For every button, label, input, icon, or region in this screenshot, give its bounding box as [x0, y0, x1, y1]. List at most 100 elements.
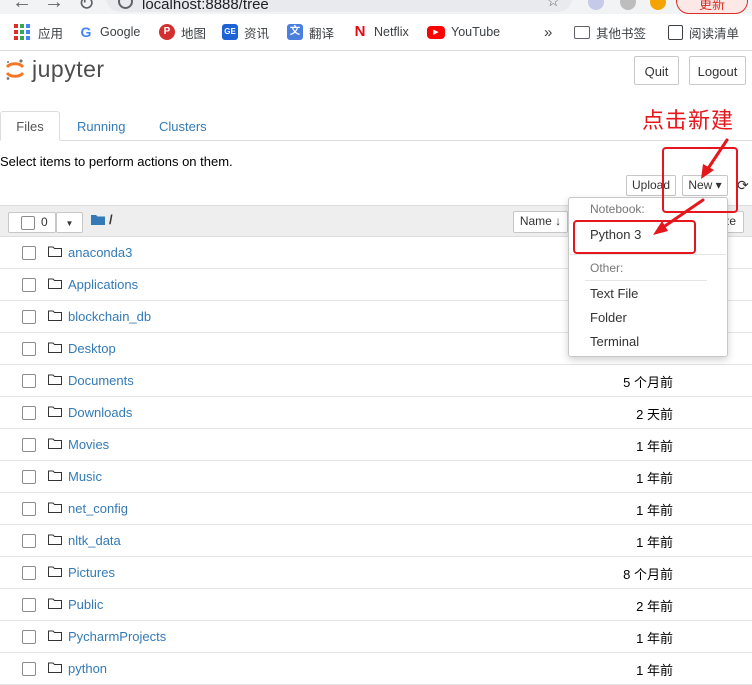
row-checkbox[interactable]	[22, 246, 36, 260]
sort-by-name-button[interactable]: Name ↓	[513, 211, 568, 233]
file-name-link[interactable]: python	[68, 661, 107, 676]
caret-down-icon: ▼	[65, 219, 74, 228]
last-modified: 2 年前	[636, 599, 673, 614]
row-checkbox[interactable]	[22, 502, 36, 516]
row-checkbox[interactable]	[22, 598, 36, 612]
folder-icon	[48, 278, 62, 289]
extension-icon[interactable]	[588, 0, 604, 10]
map-icon: P	[159, 24, 175, 40]
file-row[interactable]: net_config 1 年前	[0, 493, 752, 525]
forward-icon[interactable]: →	[44, 0, 64, 14]
tab-running[interactable]: Running	[77, 119, 125, 134]
profile-avatar-icon[interactable]	[650, 0, 666, 10]
bookmark-label: Netflix	[374, 25, 409, 39]
file-name-link[interactable]: Documents	[68, 373, 134, 388]
file-name-link[interactable]: Downloads	[68, 405, 132, 420]
last-modified: 1 年前	[636, 503, 673, 518]
reload-icon[interactable]: ↻	[78, 0, 95, 14]
select-all-checkbox[interactable]	[21, 216, 35, 230]
bookmark-netflix[interactable]: N Netflix	[352, 23, 409, 41]
folder-icon	[48, 534, 62, 545]
row-checkbox[interactable]	[22, 630, 36, 644]
address-bar[interactable]: localhost:8888/tree ☆	[106, 0, 572, 13]
select-items-message: Select items to perform actions on them.	[0, 154, 233, 169]
row-checkbox[interactable]	[22, 278, 36, 292]
folder-icon	[48, 246, 62, 257]
bookmark-label: 地图	[181, 26, 207, 41]
breadcrumb-root[interactable]: /	[109, 212, 113, 227]
other-bookmarks-button[interactable]: 其他书签	[574, 23, 646, 41]
refresh-icon[interactable]: ⟳	[737, 177, 749, 194]
row-checkbox[interactable]	[22, 310, 36, 324]
file-name-link[interactable]: Public	[68, 597, 103, 612]
tab-files[interactable]: Files	[0, 111, 60, 141]
quit-button[interactable]: Quit	[634, 56, 679, 85]
new-folder-item[interactable]: Folder	[590, 310, 627, 325]
row-checkbox[interactable]	[22, 534, 36, 548]
bookmark-translate[interactable]: 文 翻译	[287, 23, 334, 41]
new-text-file-item[interactable]: Text File	[590, 286, 638, 301]
bookmark-news[interactable]: GE 资讯	[222, 23, 269, 41]
last-modified: 8 个月前	[623, 567, 673, 582]
file-row[interactable]: python 1 年前	[0, 653, 752, 685]
file-name-link[interactable]: Movies	[68, 437, 109, 452]
folder-icon[interactable]	[91, 214, 105, 225]
file-name-link[interactable]: net_config	[68, 501, 128, 516]
file-row[interactable]: nltk_data 1 年前	[0, 525, 752, 557]
news-icon: GE	[222, 24, 238, 40]
row-checkbox[interactable]	[22, 566, 36, 580]
row-checkbox[interactable]	[22, 470, 36, 484]
jupyter-logo-icon	[5, 59, 25, 80]
bookmark-star-icon[interactable]: ☆	[547, 0, 560, 10]
folder-icon	[48, 662, 62, 673]
file-row[interactable]: Downloads 2 天前	[0, 397, 752, 429]
select-menu-button[interactable]: ▼	[56, 212, 83, 233]
file-name-link[interactable]: anaconda3	[68, 245, 132, 260]
bookmark-apps[interactable]: 应用	[14, 23, 63, 41]
file-row[interactable]: Movies 1 年前	[0, 429, 752, 461]
bookmark-youtube[interactable]: ▶ YouTube	[427, 23, 500, 41]
file-row[interactable]: PycharmProjects 1 年前	[0, 621, 752, 653]
browser-toolbar: ← → ↻ localhost:8888/tree ☆ 更新	[0, 0, 752, 14]
file-name-link[interactable]: Pictures	[68, 565, 115, 580]
url-text: localhost:8888/tree	[142, 0, 269, 13]
bookmark-label: Google	[100, 25, 141, 39]
translate-icon: 文	[287, 24, 303, 40]
folder-icon	[48, 406, 62, 417]
row-checkbox[interactable]	[22, 438, 36, 452]
row-checkbox[interactable]	[22, 662, 36, 676]
file-name-link[interactable]: Music	[68, 469, 102, 484]
bookmark-maps[interactable]: P 地图	[159, 23, 206, 41]
folder-icon	[48, 470, 62, 481]
bookmark-google[interactable]: G Google	[78, 23, 141, 41]
row-checkbox[interactable]	[22, 374, 36, 388]
file-name-link[interactable]: blockchain_db	[68, 309, 151, 324]
row-checkbox[interactable]	[22, 406, 36, 420]
puzzle-icon[interactable]	[620, 0, 636, 10]
folder-icon	[48, 438, 62, 449]
info-icon[interactable]	[118, 0, 133, 9]
logout-button[interactable]: Logout	[689, 56, 746, 85]
update-button[interactable]: 更新	[676, 0, 748, 14]
row-checkbox[interactable]	[22, 342, 36, 356]
file-row[interactable]: Pictures 8 个月前	[0, 557, 752, 589]
back-icon[interactable]: ←	[12, 0, 32, 14]
file-name-link[interactable]: Desktop	[68, 341, 116, 356]
tab-clusters[interactable]: Clusters	[159, 119, 207, 134]
file-name-link[interactable]: Applications	[68, 277, 138, 292]
jupyter-logo-text[interactable]: jupyter	[32, 56, 105, 83]
folder-icon	[48, 630, 62, 641]
file-row[interactable]: Documents 5 个月前	[0, 365, 752, 397]
notebook-header: Notebook:	[590, 202, 645, 216]
select-all-control[interactable]: 0	[8, 212, 56, 233]
file-name-link[interactable]: nltk_data	[68, 533, 121, 548]
more-bookmarks-button[interactable]: »	[544, 23, 552, 41]
reading-list-button[interactable]: 阅读清单	[668, 23, 739, 41]
file-row[interactable]: Music 1 年前	[0, 461, 752, 493]
last-modified: 1 年前	[636, 471, 673, 486]
new-terminal-item[interactable]: Terminal	[590, 334, 639, 349]
folder-icon	[574, 25, 590, 39]
file-name-link[interactable]: PycharmProjects	[68, 629, 166, 644]
last-modified: 1 年前	[636, 631, 673, 646]
file-row[interactable]: Public 2 年前	[0, 589, 752, 621]
